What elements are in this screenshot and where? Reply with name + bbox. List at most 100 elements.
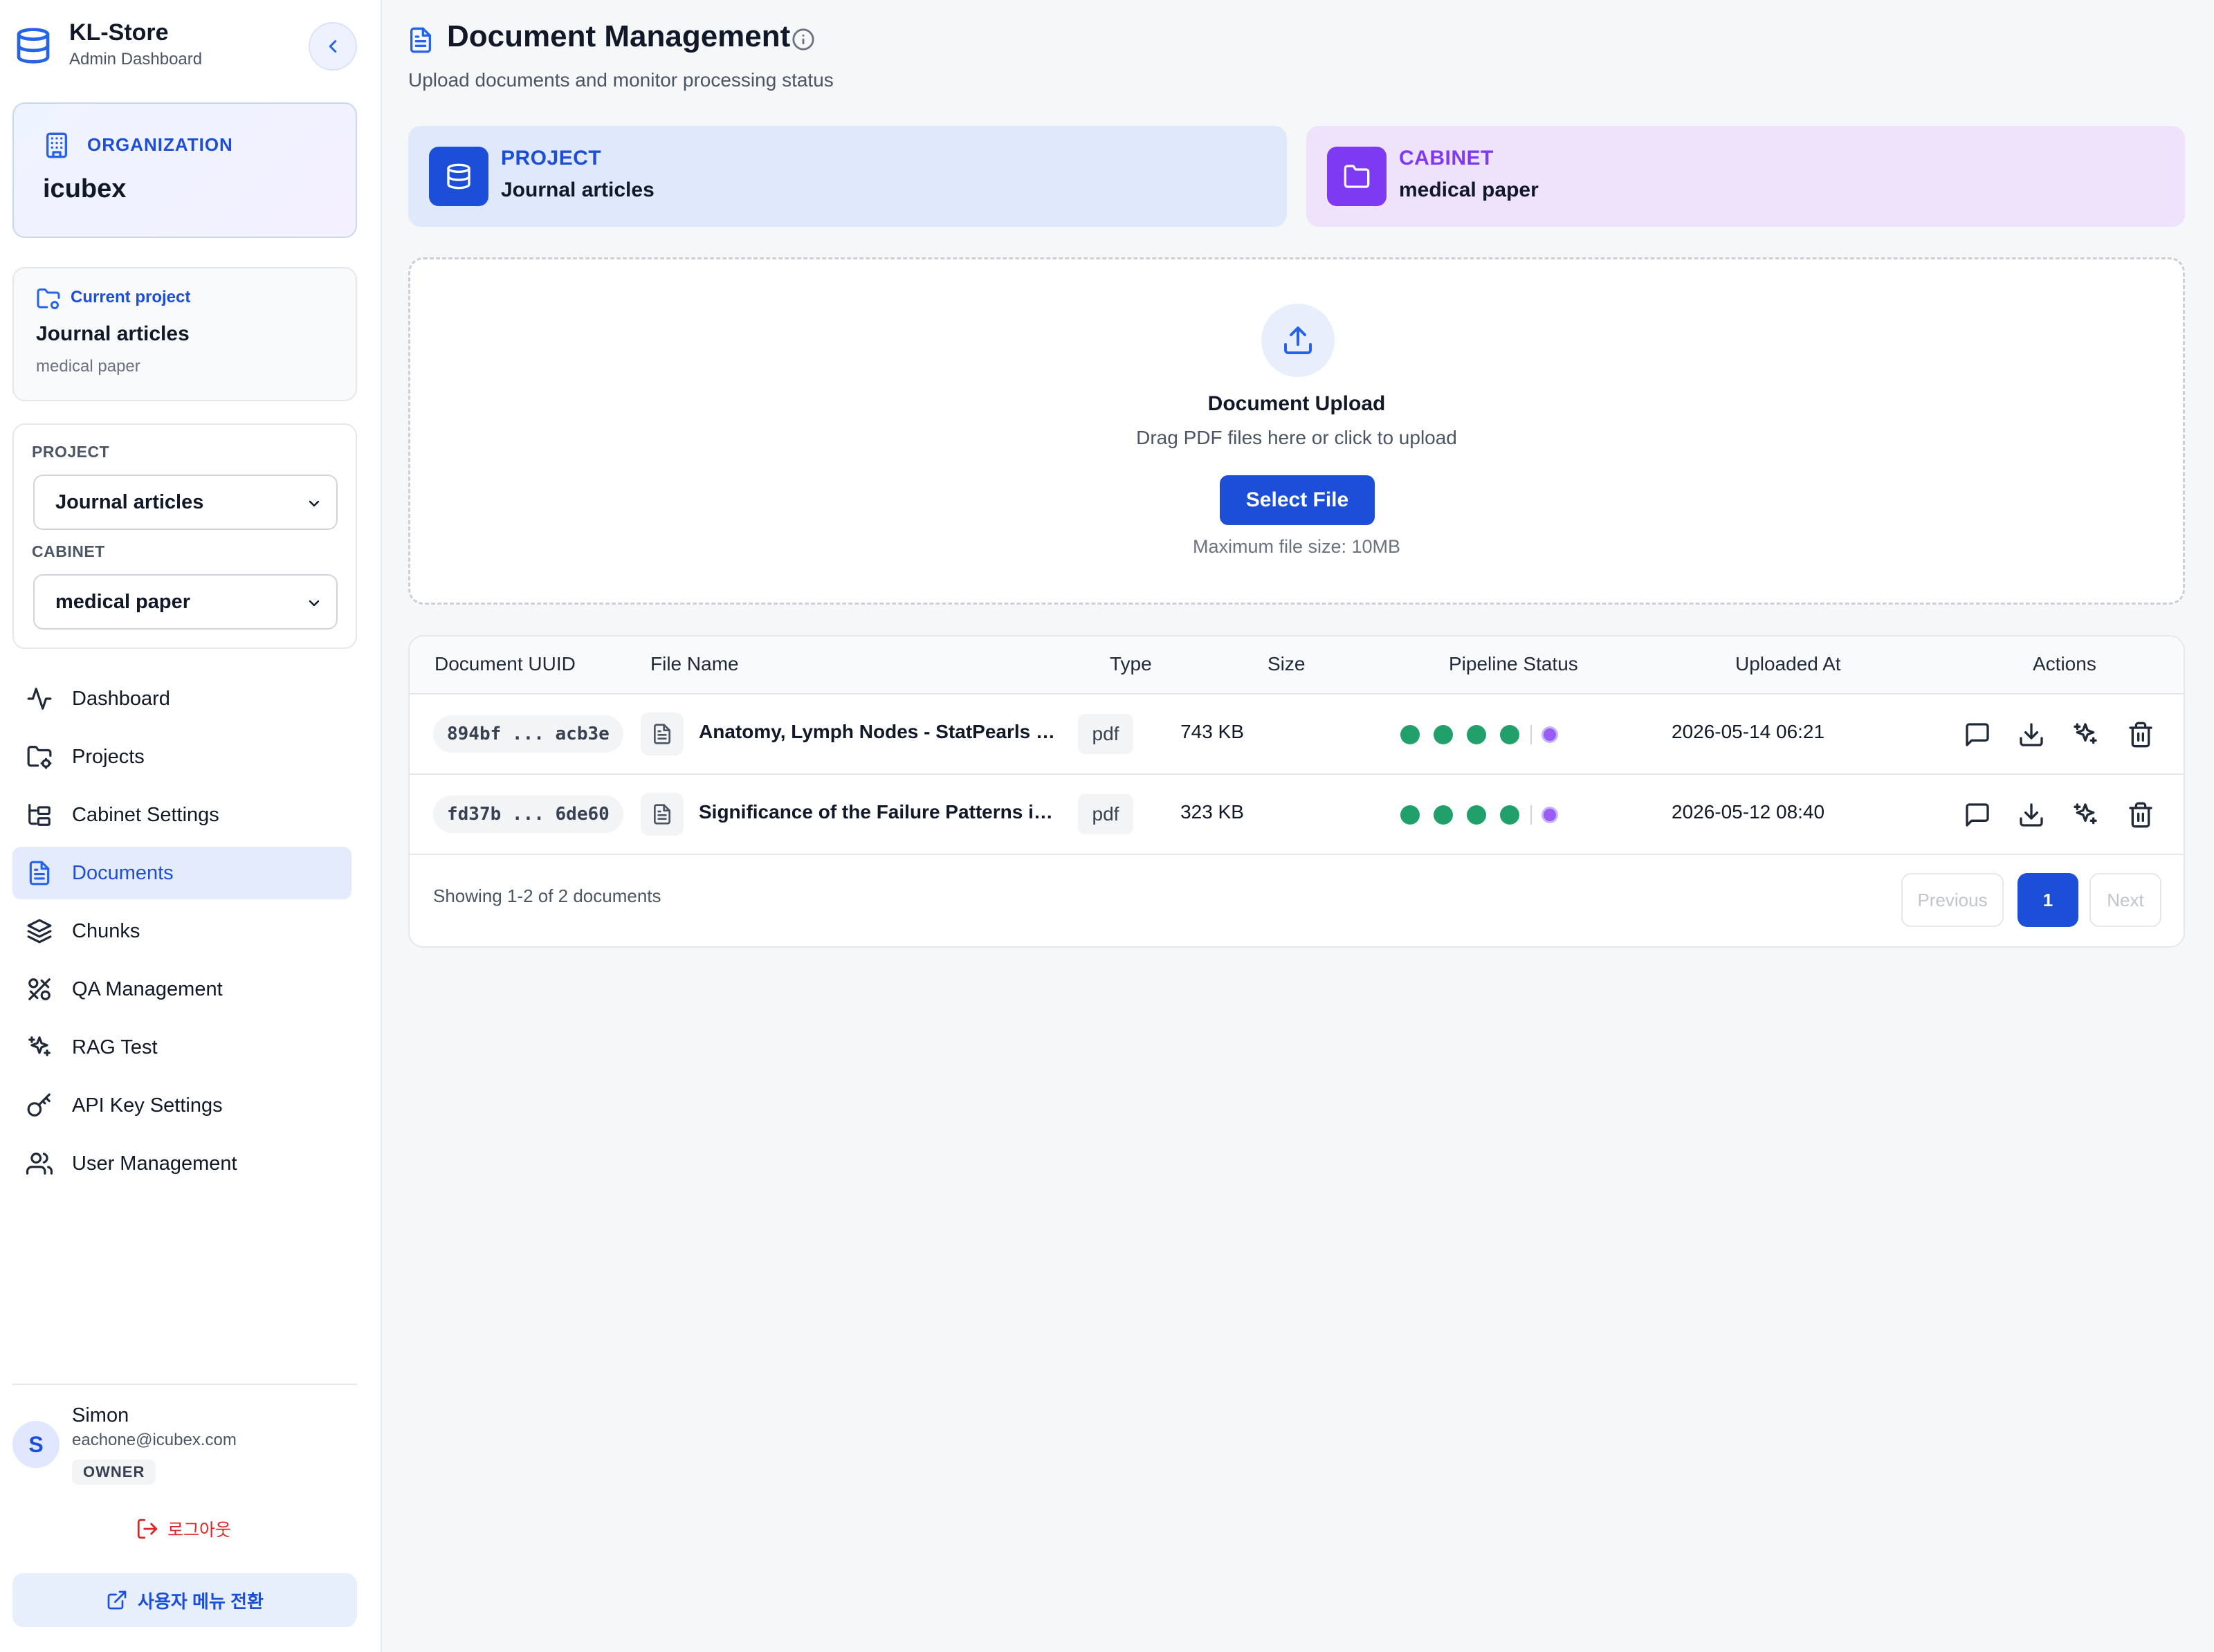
documents-table: Document UUID File Name Type Size Pipeli… bbox=[408, 635, 2185, 948]
database-icon bbox=[14, 25, 53, 66]
file-icon bbox=[641, 713, 684, 755]
sidebar-item-user-management[interactable]: User Management bbox=[12, 1137, 351, 1190]
sidebar-item-dashboard[interactable]: Dashboard bbox=[12, 672, 351, 725]
table-footer-count: Showing 1-2 of 2 documents bbox=[433, 885, 661, 906]
tools-icon bbox=[26, 976, 53, 1002]
pipeline-step-complete bbox=[1467, 805, 1486, 825]
organization-card: ORGANIZATION icubex bbox=[12, 102, 357, 238]
sidebar-item-label: Dashboard bbox=[72, 688, 170, 710]
select-file-button[interactable]: Select File bbox=[1220, 475, 1375, 525]
file-text-icon bbox=[26, 860, 53, 886]
file-type-badge: pdf bbox=[1078, 794, 1133, 834]
switch-user-menu-label: 사용자 메뉴 전환 bbox=[138, 1590, 264, 1612]
project-context-value: Journal articles bbox=[501, 178, 655, 201]
current-project-cabinet: medical paper bbox=[36, 357, 140, 376]
project-context-label: PROJECT bbox=[501, 147, 602, 169]
table-row[interactable]: fd37b ... 6de60 Significance of the Fail… bbox=[410, 775, 2184, 855]
chevron-left-icon bbox=[322, 36, 343, 57]
chevron-down-icon bbox=[306, 495, 322, 512]
sidebar-nav: Dashboard Projects Cabinet Settings Docu… bbox=[12, 672, 351, 1195]
column-header-actions: Actions bbox=[2033, 653, 2096, 674]
column-header-file-name: File Name bbox=[650, 653, 739, 674]
sidebar-item-cabinet-settings[interactable]: Cabinet Settings bbox=[12, 789, 351, 841]
sidebar-item-qa-management[interactable]: QA Management bbox=[12, 963, 351, 1016]
database-icon bbox=[429, 147, 488, 206]
sidebar-item-documents[interactable]: Documents bbox=[12, 847, 351, 899]
sparkles-icon[interactable] bbox=[2071, 801, 2099, 829]
pagination-page-button[interactable]: 1 bbox=[2018, 873, 2078, 927]
user-role-badge: OWNER bbox=[72, 1460, 156, 1485]
table-row[interactable]: 894bf ... acb3e Anatomy, Lymph Nodes - S… bbox=[410, 695, 2184, 775]
cabinet-context-value: medical paper bbox=[1399, 178, 1539, 201]
current-project-label: Current project bbox=[71, 288, 191, 306]
project-select-value: Journal articles bbox=[55, 491, 204, 513]
sidebar-item-label: QA Management bbox=[72, 978, 223, 1000]
file-name[interactable]: Anatomy, Lymph Nodes - StatPearls - NCBI… bbox=[699, 721, 1059, 743]
upload-icon bbox=[1261, 304, 1335, 377]
project-cabinet-selectors: PROJECT Journal articles CABINET medical… bbox=[12, 423, 357, 649]
cabinet-select-label: CABINET bbox=[32, 542, 105, 560]
logout-button[interactable]: 로그아웃 bbox=[136, 1515, 231, 1543]
upload-dropzone[interactable]: Document Upload Drag PDF files here or c… bbox=[408, 257, 2185, 605]
folder-settings-icon bbox=[36, 286, 61, 311]
sidebar-item-api-key-settings[interactable]: API Key Settings bbox=[12, 1079, 351, 1132]
sidebar-item-rag-test[interactable]: RAG Test bbox=[12, 1021, 351, 1074]
brand-name: KL-Store bbox=[69, 19, 169, 46]
chevron-down-icon bbox=[306, 595, 322, 612]
trash-icon[interactable] bbox=[2127, 721, 2154, 749]
project-select-label: PROJECT bbox=[32, 443, 110, 461]
sidebar-item-label: Cabinet Settings bbox=[72, 804, 219, 826]
trash-icon[interactable] bbox=[2127, 801, 2154, 829]
column-header-pipeline-status: Pipeline Status bbox=[1449, 653, 1578, 674]
switch-user-menu-button[interactable]: 사용자 메뉴 전환 bbox=[12, 1573, 357, 1627]
sidebar-item-label: Documents bbox=[72, 862, 174, 884]
pagination-next-button[interactable]: Next bbox=[2089, 873, 2161, 927]
download-icon[interactable] bbox=[2018, 721, 2045, 749]
collapse-sidebar-button[interactable] bbox=[309, 22, 357, 71]
column-header-uuid: Document UUID bbox=[434, 653, 576, 674]
pipeline-step-complete bbox=[1467, 725, 1486, 744]
sidebar-item-chunks[interactable]: Chunks bbox=[12, 905, 351, 957]
logout-icon bbox=[136, 1517, 159, 1541]
sidebar-item-label: Chunks bbox=[72, 920, 140, 942]
document-uuid: 894bf ... acb3e bbox=[433, 715, 623, 753]
building-icon bbox=[43, 131, 71, 159]
sparkles-icon bbox=[26, 1034, 53, 1061]
users-icon bbox=[26, 1150, 53, 1177]
chat-icon[interactable] bbox=[1964, 801, 1991, 829]
pipeline-status bbox=[1400, 724, 1558, 746]
pagination-previous-button[interactable]: Previous bbox=[1901, 873, 2004, 927]
pipeline-status bbox=[1400, 804, 1558, 826]
brand-subtitle: Admin Dashboard bbox=[69, 50, 203, 68]
current-project-name: Journal articles bbox=[36, 322, 190, 345]
page-subtitle: Upload documents and monitor processing … bbox=[408, 69, 834, 91]
file-name[interactable]: Significance of the Failure Patterns in … bbox=[699, 801, 1059, 823]
pipeline-step-complete bbox=[1434, 805, 1453, 825]
project-select[interactable]: Journal articles bbox=[33, 475, 338, 530]
file-size: 743 KB bbox=[1180, 721, 1244, 742]
document-uuid: fd37b ... 6de60 bbox=[433, 796, 623, 833]
layers-icon bbox=[26, 918, 53, 944]
upload-title: Document Upload bbox=[1207, 392, 1386, 415]
info-icon[interactable] bbox=[792, 28, 815, 51]
file-text-icon bbox=[407, 25, 434, 55]
folder-tree-icon bbox=[26, 802, 53, 828]
activity-icon bbox=[26, 686, 53, 712]
download-icon[interactable] bbox=[2018, 801, 2045, 829]
column-header-uploaded-at: Uploaded At bbox=[1735, 653, 1841, 674]
sidebar: KL-Store Admin Dashboard ORGANIZATION ic… bbox=[0, 0, 382, 1652]
column-header-size: Size bbox=[1268, 653, 1306, 674]
sidebar-item-label: Projects bbox=[72, 746, 145, 768]
external-link-icon bbox=[106, 1589, 128, 1611]
brand: KL-Store Admin Dashboard bbox=[14, 18, 360, 76]
chat-icon[interactable] bbox=[1964, 721, 1991, 749]
cabinet-select[interactable]: medical paper bbox=[33, 574, 338, 630]
sidebar-item-label: RAG Test bbox=[72, 1036, 158, 1058]
key-icon bbox=[26, 1092, 53, 1119]
sidebar-item-projects[interactable]: Projects bbox=[12, 731, 351, 783]
pipeline-step-current bbox=[1541, 807, 1558, 823]
organization-name: icubex bbox=[43, 174, 127, 203]
uploaded-at: 2026-05-12 08:40 bbox=[1672, 801, 1825, 823]
sparkles-icon[interactable] bbox=[2071, 721, 2099, 749]
cabinet-context-card: CABINET medical paper bbox=[1306, 126, 2185, 227]
